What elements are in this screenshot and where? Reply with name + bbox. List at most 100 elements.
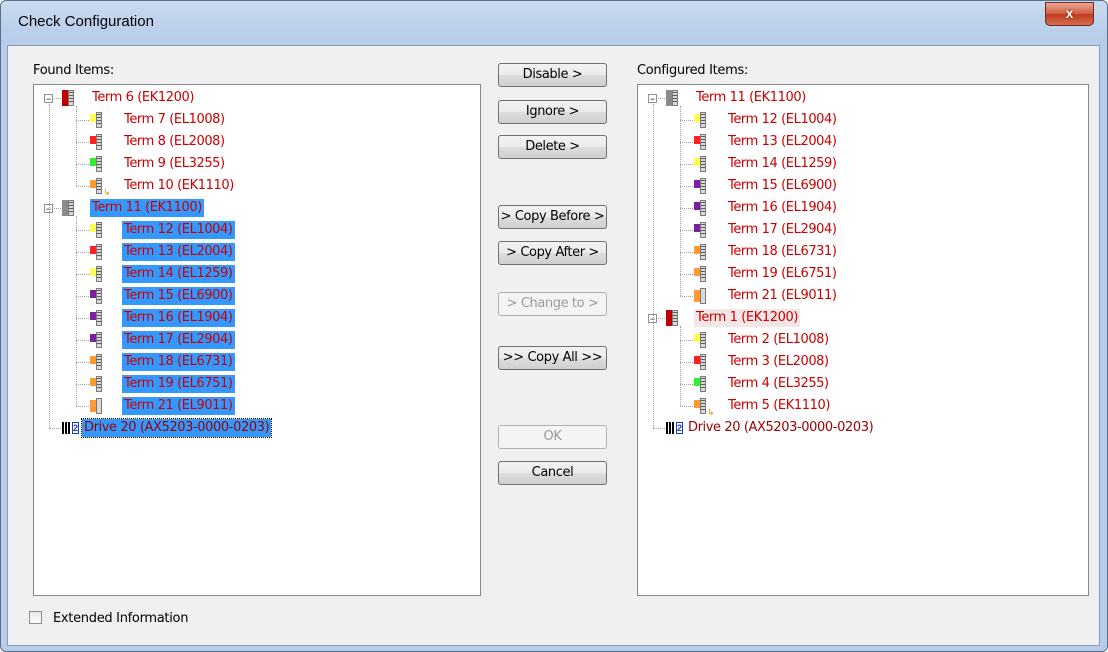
tree-item-label: Term 8 (EL2008) xyxy=(124,134,225,149)
tree-item[interactable]: Term 15 (EL6900) xyxy=(638,176,1088,196)
tree-item-label: Term 5 (EK1110) xyxy=(728,398,831,413)
tree-item[interactable]: ↳ Term 5 (EK1110) xyxy=(638,396,1088,417)
terminal-icon xyxy=(90,244,104,260)
tree-item-label: Term 14 (EL1259) xyxy=(728,156,837,171)
tree-item[interactable]: ↳ Term 10 (EK1110) xyxy=(34,176,480,197)
tree-connector xyxy=(76,362,89,363)
extended-information-checkbox[interactable] xyxy=(29,611,42,624)
tree-item[interactable]: Term 21 (EL9011) xyxy=(34,396,480,416)
disable-button[interactable]: Disable > xyxy=(498,63,607,87)
cancel-button[interactable]: Cancel xyxy=(498,461,607,485)
tree-item[interactable]: 2 Drive 20 (AX5203-0000-0203) xyxy=(34,418,480,438)
tree-item[interactable]: − Term 1 (EK1200) xyxy=(638,308,1088,328)
tree-connector xyxy=(680,106,681,296)
tree-item[interactable]: − Term 6 (EK1200) xyxy=(34,88,480,108)
terminal-icon xyxy=(90,156,104,172)
tree-item[interactable]: Term 9 (EL3255) xyxy=(34,154,480,174)
delete-button[interactable]: Delete > xyxy=(498,135,607,159)
tree-item[interactable]: Term 12 (EL1004) xyxy=(638,110,1088,130)
terminal-icon xyxy=(694,200,708,216)
terminal-icon xyxy=(90,266,104,282)
tree-item[interactable]: Term 4 (EL3255) xyxy=(638,374,1088,394)
tree-connector xyxy=(680,120,693,121)
tree-item-label: Term 9 (EL3255) xyxy=(124,156,225,171)
tree-item[interactable]: Term 18 (EL6731) xyxy=(34,352,480,372)
tree-connector xyxy=(76,106,77,186)
collapse-toggle-icon[interactable]: − xyxy=(44,94,53,104)
tree-item[interactable]: Term 8 (EL2008) xyxy=(34,132,480,152)
tree-item-label: Term 19 (EL6751) xyxy=(122,375,235,393)
tree-item[interactable]: Term 16 (EL1904) xyxy=(34,308,480,328)
tree-connector xyxy=(76,296,89,297)
tree-connector xyxy=(76,340,89,341)
tree-connector xyxy=(76,252,89,253)
tree-connector xyxy=(680,230,693,231)
tree-item[interactable]: Term 17 (EL2904) xyxy=(34,330,480,350)
tree-item[interactable]: − Term 11 (EK1100) xyxy=(638,88,1088,108)
tree-connector xyxy=(653,428,665,429)
terminal-icon xyxy=(90,288,104,304)
configured-items-tree[interactable]: − Term 11 (EK1100) Term 12 (EL1004) Term 13… xyxy=(637,84,1089,596)
copy-before-button[interactable]: > Copy Before > xyxy=(498,205,607,229)
drive-icon: 2 xyxy=(666,420,684,436)
tree-connector xyxy=(76,230,89,231)
tree-item[interactable]: Term 16 (EL1904) xyxy=(638,198,1088,218)
copy-all-button[interactable]: >> Copy All >> xyxy=(498,346,607,370)
terminal-icon xyxy=(694,354,708,370)
tree-item[interactable]: Term 7 (EL1008) xyxy=(34,110,480,130)
configured-items-label: Configured Items: xyxy=(637,63,749,78)
canopen-terminal-icon xyxy=(694,266,708,282)
tree-connector xyxy=(49,428,61,429)
terminal-icon xyxy=(90,332,104,348)
tree-item-label: Term 16 (EL1904) xyxy=(122,309,235,327)
tree-item[interactable]: Term 14 (EL1259) xyxy=(638,154,1088,174)
collapse-toggle-icon[interactable]: − xyxy=(648,94,657,104)
ignore-button[interactable]: Ignore > xyxy=(498,100,607,124)
extension-terminal-icon: ↳ xyxy=(90,178,111,197)
tree-item[interactable]: Term 13 (EL2004) xyxy=(638,132,1088,152)
terminal-icon xyxy=(90,112,104,128)
tree-item[interactable]: 2 Drive 20 (AX5203-0000-0203) xyxy=(638,418,1088,438)
tree-item-label: Term 11 (EK1100) xyxy=(90,199,204,217)
tree-item-label: Term 12 (EL1004) xyxy=(122,221,235,239)
tree-item[interactable]: Term 21 (EL9011) xyxy=(638,286,1088,306)
tree-connector xyxy=(76,384,89,385)
tree-item[interactable]: Term 3 (EL2008) xyxy=(638,352,1088,372)
tree-item-label: Term 18 (EL6731) xyxy=(122,353,235,371)
tree-item-label: Term 17 (EL2904) xyxy=(122,331,235,349)
tree-item[interactable]: Term 19 (EL6751) xyxy=(34,374,480,394)
tree-item-label: Drive 20 (AX5203-0000-0203) xyxy=(80,418,273,438)
tree-item-label: Term 12 (EL1004) xyxy=(728,112,837,127)
change-to-button[interactable]: > Change to > xyxy=(498,292,607,316)
tree-connector xyxy=(680,274,693,275)
found-items-tree[interactable]: − Term 6 (EK1200) Term 7 (EL1008) Term 8 (E… xyxy=(33,84,481,596)
tree-connector xyxy=(680,208,693,209)
tree-connector xyxy=(653,104,654,428)
tree-item[interactable]: Term 2 (EL1008) xyxy=(638,330,1088,350)
close-button[interactable]: x xyxy=(1045,2,1094,26)
tree-item[interactable]: − Term 11 (EK1100) xyxy=(34,198,480,218)
tree-item[interactable]: Term 18 (EL6731) xyxy=(638,242,1088,262)
terminal-icon xyxy=(694,332,708,348)
tree-item-label: Term 18 (EL6731) xyxy=(728,244,837,259)
bus-coupler-grey-icon xyxy=(666,90,680,106)
tree-item-label: Term 7 (EL1008) xyxy=(124,112,225,127)
tree-connector xyxy=(76,318,89,319)
copy-after-button[interactable]: > Copy After > xyxy=(498,241,607,265)
tree-connector xyxy=(49,104,50,428)
tree-connector xyxy=(76,274,89,275)
found-items-label: Found Items: xyxy=(33,63,114,78)
tree-connector xyxy=(54,98,61,99)
tree-item[interactable]: Term 14 (EL1259) xyxy=(34,264,480,284)
tree-item[interactable]: Term 12 (EL1004) xyxy=(34,220,480,240)
tree-item[interactable]: Term 17 (EL2904) xyxy=(638,220,1088,240)
tree-connector xyxy=(76,142,89,143)
tree-item-label: Term 10 (EK1110) xyxy=(124,178,234,193)
tree-item-label: Term 13 (EL2004) xyxy=(122,243,235,261)
tree-item[interactable]: Term 13 (EL2004) xyxy=(34,242,480,262)
title-bar[interactable]: Check Configuration x xyxy=(1,1,1107,43)
tree-item[interactable]: Term 15 (EL6900) xyxy=(34,286,480,306)
ok-button[interactable]: OK xyxy=(498,425,607,449)
tree-item[interactable]: Term 19 (EL6751) xyxy=(638,264,1088,284)
extended-information-label: Extended Information xyxy=(53,611,189,626)
